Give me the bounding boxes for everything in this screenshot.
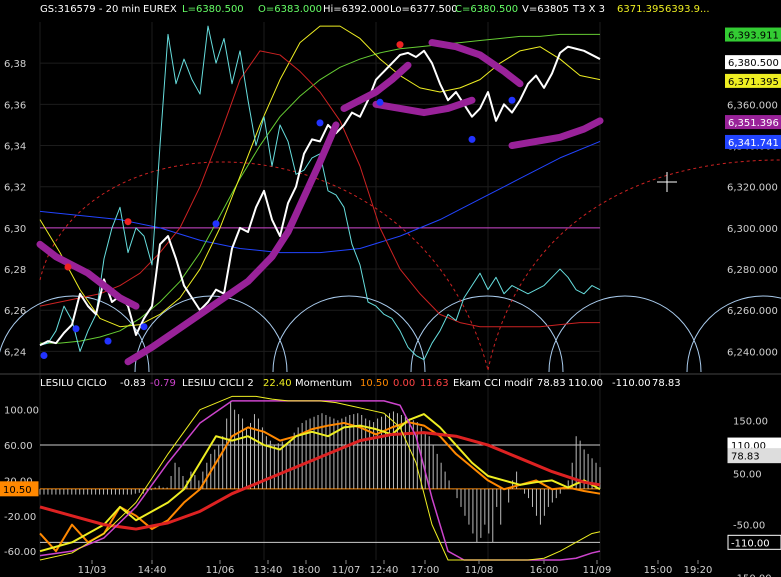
red-pivot-dot [396,41,404,49]
red-pivot-dot [124,218,132,226]
time-tick-label: 16:00 [530,565,559,576]
price-right-tick: 6,320.000 [727,183,778,194]
price-right-tick: 6,300.000 [727,224,778,235]
blue-pivot-dot [468,135,476,143]
osc-tag-label: -110.00 [731,538,770,549]
osc-left-tick: -20.00 [4,512,36,523]
price-left-tick: 6,28 [4,265,26,276]
osc-left-tick: -60.00 [4,547,36,558]
price-left-tick: 6,34 [4,142,26,153]
red-pivot-dot [64,263,72,271]
legend-item: Ekam CCI modif [453,378,533,389]
price-tag-label: 6,380.500 [728,58,779,69]
osc-left-tick: 100.00 [4,406,39,417]
legend-item: LESILU CICLO [40,378,107,389]
legend-item: 110.00 [568,378,603,389]
time-tick-label: 11/06 [206,565,235,576]
price-right-tick: 6,280.000 [727,265,778,276]
blue-pivot-dot [376,98,384,106]
time-tick-label: 17:00 [411,565,440,576]
blue-pivot-dot [508,96,516,104]
osc-right-tick: -50.00 [733,521,765,532]
open-price-label: O=6383.000 [258,4,322,15]
legend-item: 78.83 [537,378,566,389]
osc-left-tick: 60.00 [4,441,33,452]
price-tag-label: 6,371.395 [728,77,779,88]
blue-pivot-dot [140,323,148,331]
legend-item: Momentum [295,378,352,389]
time-tick-label: 18:00 [292,565,321,576]
blue-pivot-dot [72,325,80,333]
volume-label: V=63805 [522,4,569,15]
blue-pivot-dot [316,119,324,127]
blue-pivot-dot [212,220,220,228]
price-left-tick: 6,30 [4,224,26,235]
legend-item: LESILU CICLI 2 [182,378,254,389]
price-left-tick: 6,38 [4,59,26,70]
blue-pivot-dot [40,352,48,360]
exchange-label: EUREX [143,4,177,15]
price-right-tick: 6,360.000 [727,100,778,111]
price-left-tick: 6,36 [4,100,26,111]
osc-tag-label: 78.83 [731,452,760,463]
price-left-tick: 6,24 [4,347,26,358]
last-price-label: L=6380.500 [182,4,244,15]
legend-item: 22.40 [263,378,292,389]
time-tick-label: 12:40 [370,565,399,576]
oscillator-legend: LESILU CICLO -0.83 -0.79 LESILU CICLI 2 22.4… [40,378,681,389]
time-tick-label: 11/07 [332,565,361,576]
price-tag-label: 6,341.741 [728,138,779,149]
blue-pivot-dot [104,337,112,345]
time-tick-label: 11/03 [78,565,107,576]
trading-chart[interactable]: GS:316579 - 20 min EUREX L=6380.500 O=63… [0,0,781,577]
low-price-label: Lo=6377.500 [390,4,458,15]
osc-right-tick: 150.00 [733,416,768,427]
indicator-value-2: 6393.9... [665,4,710,15]
price-tag-label: 6,351.396 [728,118,779,129]
period-label: T3 X 3 [572,4,605,15]
time-tick-label: 13:40 [254,565,283,576]
close-price-label: C=6380.500 [455,4,518,15]
price-left-tick: 6,26 [4,306,26,317]
price-left-tick: 6,32 [4,183,26,194]
legend-item: 11.63 [420,378,449,389]
price-right-tick: 6,240.000 [727,347,778,358]
time-tick-label: 11/09 [583,565,612,576]
legend-item: -0.83 [120,378,146,389]
legend-item: 0.00 [393,378,415,389]
indicator-value-1: 6371.395 [617,4,665,15]
osc-tag-label: 10.50 [3,485,32,496]
osc-right-tick: 50.00 [733,469,762,480]
symbol-label: GS:316579 - 20 min [40,4,140,15]
price-tag-label: 6,393.911 [728,31,779,42]
legend-item: -0.79 [150,378,176,389]
price-right-tick: 6,260.000 [727,306,778,317]
time-tick-label: 15:00 [644,565,673,576]
legend-item: 10.50 [360,378,389,389]
legend-item: -110.00 [612,378,651,389]
high-price-label: Hi=6392.000 [323,4,389,15]
legend-item: 78.83 [652,378,681,389]
time-tick-label: 11/08 [465,565,494,576]
chart-background [0,0,781,577]
time-tick-label: 19:20 [684,565,713,576]
time-tick-label: 14:40 [138,565,167,576]
